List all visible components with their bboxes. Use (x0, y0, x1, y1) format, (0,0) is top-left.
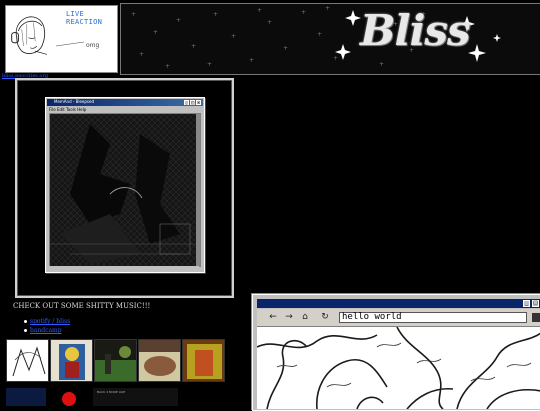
list-item: bandcamp (24, 326, 70, 335)
svg-text:+: + (165, 63, 170, 70)
go-button[interactable] (532, 313, 540, 322)
browser-toolbar: ← → ⌂ ↻ hello world (257, 309, 540, 327)
sparkle-icon (345, 10, 361, 26)
sparkle-icon (493, 34, 501, 42)
sparkle-icon (468, 44, 486, 62)
banner: ++++ ++++ ++++ ++++ ++++ ++++ (120, 3, 540, 75)
viewer-window: MemAnd - Bleepsed _ □ × File Edit Tools … (45, 97, 205, 273)
svg-text:+: + (139, 51, 144, 58)
album-cover-5[interactable] (182, 339, 225, 382)
music-links: spotify / bliss bandcamp (24, 317, 70, 335)
viewer-menubar[interactable]: File Edit Tools Help (49, 107, 86, 112)
svg-text:+: + (257, 7, 262, 14)
header: LIVE REACTION omg + + + + + + + + + + + + + + + + + +… (0, 0, 540, 75)
refresh-icon[interactable]: ↻ (319, 312, 331, 323)
svg-text:+: + (325, 5, 330, 12)
album-cover-8[interactable]: BACK 4 MORE LIKE (93, 388, 178, 406)
music-link-2[interactable]: bandcamp (30, 327, 62, 334)
reaction-title: LIVE REACTION (66, 10, 103, 26)
back-arrow-icon[interactable]: ← (267, 312, 279, 323)
svg-text:+: + (131, 11, 136, 18)
svg-text:+: + (283, 45, 288, 52)
browser-minimize-button[interactable]: _ (523, 300, 530, 307)
bliss-logo: Bliss (360, 6, 471, 55)
lineart-tree-image (257, 327, 540, 409)
svg-text:+: + (176, 17, 181, 24)
svg-text:+: + (153, 29, 158, 36)
music-heading: CHECK OUT SOME SHITTY MUSIC!!! (13, 302, 151, 310)
viewer-title: MemAnd - Bleepsed (54, 99, 95, 104)
list-item: spotify / bliss (24, 317, 70, 326)
viewer-titlebar: MemAnd - Bleepsed _ □ × (47, 99, 203, 106)
sparkle-pattern: ++++ ++++ ++++ ++++ ++++ ++++ (131, 5, 501, 70)
album-cover-1[interactable] (6, 339, 49, 382)
viewer-statusbar (49, 266, 199, 270)
album-row-2: BACK 4 MORE LIKE (5, 388, 180, 408)
browser-window: _ □ ← → ⌂ ↻ hello world (252, 294, 540, 411)
album-cover-6[interactable] (6, 388, 46, 406)
svg-text:+: + (317, 31, 322, 38)
minimize-button[interactable]: _ (184, 100, 189, 105)
svg-text:+: + (231, 33, 236, 40)
svg-text:+: + (249, 57, 254, 64)
svg-text:+: + (213, 11, 218, 18)
reaction-sketch-image (11, 16, 48, 55)
music-link-1[interactable]: spotify / bliss (30, 318, 70, 325)
svg-text:+: + (333, 55, 338, 62)
browser-titlebar: _ □ (257, 299, 540, 308)
browser-content-image (257, 327, 540, 409)
close-button[interactable]: × (196, 100, 201, 105)
live-reaction-panel: LIVE REACTION omg (5, 5, 118, 73)
home-icon[interactable]: ⌂ (299, 312, 311, 323)
browser-maximize-button[interactable]: □ (532, 300, 539, 307)
album-caption: BACK 4 MORE LIKE (97, 390, 126, 394)
gif-frame: MemAnd - Bleepsed _ □ × File Edit Tools … (15, 78, 234, 298)
svg-text:+: + (301, 9, 306, 16)
pointer-line (56, 41, 85, 47)
forward-arrow-icon[interactable]: → (283, 312, 295, 323)
maximize-button[interactable]: □ (190, 100, 195, 105)
album-cover-3[interactable] (94, 339, 137, 382)
reaction-caption: omg (86, 42, 100, 49)
svg-text:+: + (191, 43, 196, 50)
address-bar[interactable]: hello world (339, 312, 527, 323)
dark-scene-image (50, 114, 200, 266)
album-cover-2[interactable] (50, 339, 93, 382)
viewer-image (49, 113, 201, 267)
svg-text:+: + (267, 19, 272, 26)
album-cover-7[interactable] (62, 392, 76, 406)
svg-text:+: + (207, 61, 212, 68)
svg-text:+: + (379, 61, 384, 68)
album-cover-4[interactable] (138, 339, 181, 382)
